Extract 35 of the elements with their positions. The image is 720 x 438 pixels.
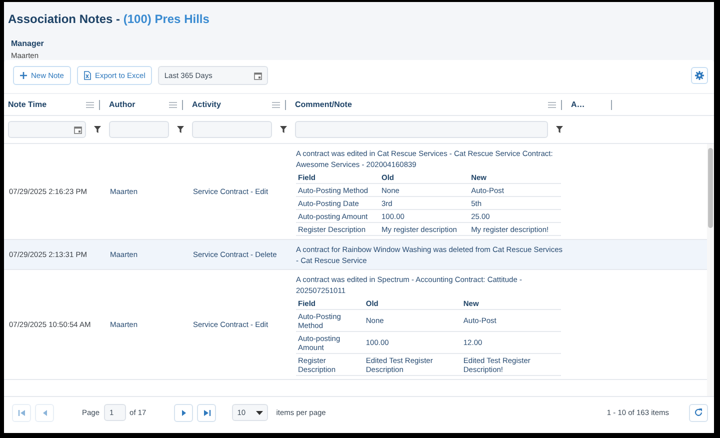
column-header[interactable]: Activity [192,98,221,110]
skip-back-icon [18,408,26,416]
refresh-icon [694,408,703,417]
calendar-icon [74,126,82,134]
filter-field[interactable] [109,121,169,138]
last-page-button[interactable] [197,404,216,422]
next-page-button[interactable] [174,404,194,422]
calendar-icon [254,72,262,80]
column-menu-icon[interactable] [548,102,556,108]
column-menu-icon[interactable] [169,102,177,108]
filter-icon[interactable] [177,126,184,133]
spreadsheet-file-icon [84,71,91,80]
column-menu-icon[interactable] [272,102,280,108]
caret-icon [256,410,264,414]
column-header[interactable]: Author [109,98,136,110]
filter-icon[interactable] [556,126,563,133]
plus-icon [20,72,27,79]
triangle-left-icon [40,408,48,416]
filter-icon[interactable] [94,126,101,133]
field-label: Manager [11,38,45,50]
settings-button[interactable] [691,67,708,84]
column-header[interactable]: A… [571,98,585,110]
column-header[interactable]: Note Time [8,98,47,110]
page-title: Association Notes - (100) Pres Hills [8,11,210,28]
filter-icon[interactable] [280,126,287,133]
settings-icon [695,71,704,80]
triangle-right-icon [180,408,188,416]
filter-field[interactable] [295,121,548,138]
column-menu-icon[interactable] [86,102,94,108]
column-header[interactable]: Comment/Note [295,98,352,110]
filter-field[interactable] [192,121,272,138]
skip-forward-icon [202,408,211,416]
refresh-button[interactable] [689,404,708,422]
scrollbar[interactable] [707,144,714,396]
filter-field[interactable] [8,121,86,138]
